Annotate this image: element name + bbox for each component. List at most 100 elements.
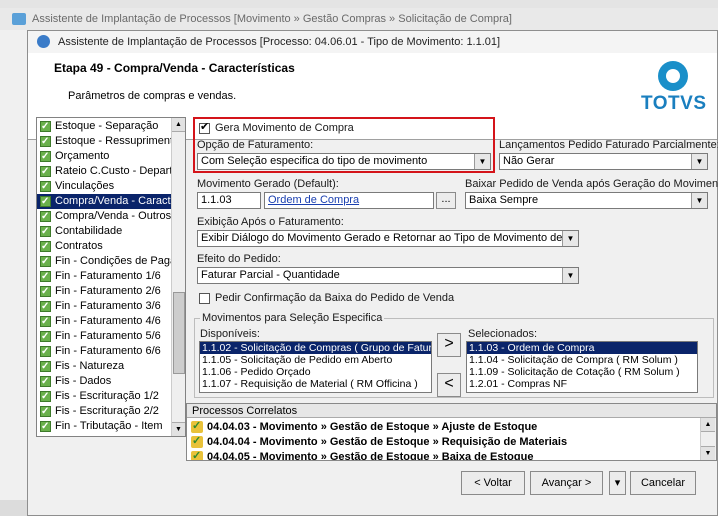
movimento-gerado-code-input[interactable]: 1.1.03 [197,192,261,209]
step-list-item[interactable]: Orçamento [37,149,171,164]
step-list-item[interactable]: Compra/Venda - Outros [37,209,171,224]
step-list-item[interactable]: Fin - Tributação - Item [37,419,171,434]
steps-list[interactable]: Fin - Tributação - Movim Fin - Tributação… [36,117,186,437]
step-done-icon [40,239,51,254]
opcao-faturamento-select[interactable]: Com Seleção especifica do tipo de movime… [197,153,491,170]
scroll-down-icon[interactable]: ▼ [172,422,185,436]
step-done-icon [40,359,51,374]
step-list-item[interactable]: Fin - Faturamento 2/6 [37,284,171,299]
step-list-item[interactable]: Fis - Dados [37,374,171,389]
step-label: Estoque - Separação [55,120,159,132]
step-list-item[interactable]: Fin - Faturamento 6/6 [37,344,171,359]
steps-scrollbar[interactable]: ▲ ▼ [171,118,185,436]
disponiveis-list[interactable]: 1.1.02 - Solicitação de Compras ( Grupo … [199,341,432,393]
scroll-up-icon[interactable]: ▲ [701,418,715,432]
selecionados-item[interactable]: 1.1.04 - Solicitação de Compra ( RM Solu… [467,354,697,366]
step-label: Fin - Condições de Pagar [55,255,171,267]
step-list-item[interactable]: Compra/Venda - Caracte [37,194,171,209]
lancamentos-label: Lançamentos Pedido Faturado Parcialmente… [499,139,718,151]
step-list-item[interactable]: Estoque - Ressuprimento [37,134,171,149]
step-list-item[interactable]: Fis - Natureza [37,359,171,374]
step-done-icon [40,194,51,209]
gera-movimento-label: Gera Movimento de Compra [215,122,354,134]
background-window-title: Assistente de Implantação de Processos [… [32,13,512,25]
chevron-down-icon: ▼ [691,154,707,169]
step-label: Fin - Faturamento 5/6 [55,330,161,342]
scroll-up-icon[interactable]: ▲ [172,118,185,132]
remove-selected-button[interactable]: < [437,373,461,397]
step-list-item[interactable]: Fin - Faturamento 4/6 [37,314,171,329]
step-label: Compra/Venda - Outros [55,210,171,222]
processo-status-icon [191,433,203,449]
step-list-item[interactable]: Rateio C.Custo - Depart [37,164,171,179]
movimentos-group-label: Movimentos para Seleção Especifica [200,312,385,324]
disponiveis-item[interactable]: 1.1.05 - Solicitação de Pedido em Aberto [200,354,431,366]
step-subtitle: Parâmetros de compras e vendas. [68,90,237,102]
step-label: Contabilidade [55,225,123,237]
step-done-icon [40,119,51,134]
movimento-gerado-name-link[interactable]: Ordem de Compra [264,192,434,209]
efeito-label: Efeito do Pedido: [197,253,281,265]
step-list-item[interactable]: Fin - Faturamento 5/6 [37,329,171,344]
opcao-faturamento-value: Com Seleção especifica do tipo de movime… [201,155,428,167]
step-list-item[interactable]: Estoque - Separação [37,119,171,134]
step-list-item[interactable]: Contratos [37,239,171,254]
step-done-icon [40,149,51,164]
avancar-button[interactable]: Avançar > [530,471,603,495]
step-label: Fin - Faturamento 2/6 [55,285,161,297]
pedir-confirmacao-checkbox[interactable] [199,293,210,304]
step-done-icon [40,254,51,269]
step-list-item[interactable]: Contabilidade [37,224,171,239]
selecionados-item[interactable]: 1.1.03 - Ordem de Compra [467,342,697,354]
step-done-icon [40,419,51,434]
dialog-title: Assistente de Implantação de Processos [… [58,36,501,48]
step-list-item[interactable]: Fin - Faturamento 3/6 [37,299,171,314]
step-done-icon [40,269,51,284]
background-toolbar [0,0,718,8]
disponiveis-item[interactable]: 1.1.06 - Pedido Orçado [200,366,431,378]
selecionados-list[interactable]: 1.1.03 - Ordem de Compra 1.1.04 - Solicit… [466,341,698,393]
steps-scroll-thumb[interactable] [173,292,185,374]
efeito-select[interactable]: Faturar Parcial - Quantidade ▼ [197,267,579,284]
step-label: Rateio C.Custo - Depart [55,165,171,177]
disponiveis-item[interactable]: 1.1.02 - Solicitação de Compras ( Grupo … [200,342,431,354]
step-title: Etapa 49 - Compra/Venda - Característica… [54,61,295,75]
exibicao-select[interactable]: Exibir Diálogo do Movimento Gerado e Ret… [197,230,579,247]
chevron-down-icon: ▼ [474,154,490,169]
gera-movimento-checkbox[interactable]: ✔ [199,121,210,134]
step-label: Estoque - Ressuprimento [55,135,171,147]
selecionados-item[interactable]: 1.2.01 - Compras NF [467,378,697,390]
processos-list[interactable]: 04.04.03 - Movimento » Gestão de Estoque… [187,418,699,460]
processo-status-icon [191,418,203,434]
more-options-button[interactable]: ▾ [609,471,626,495]
step-list-item[interactable]: Fin - Faturamento 1/6 [37,269,171,284]
step-label: Orçamento [55,150,110,162]
chevron-down-icon: ▼ [562,231,578,246]
lancamentos-select[interactable]: Não Gerar ▼ [499,153,708,170]
step-label: Fin - Tributação - Item [55,420,163,432]
processos-scrollbar[interactable]: ▲ ▼ [700,418,716,460]
step-list-item[interactable]: Fis - Escrituração 1/2 [37,389,171,404]
step-list-item[interactable]: Fis - Escrituração 2/2 [37,404,171,419]
step-done-icon [40,209,51,224]
cancelar-button[interactable]: Cancelar [630,471,696,495]
browse-button[interactable]: ... [436,192,456,209]
step-list-item[interactable]: Fin - Tributação - Movim [37,434,171,436]
step-list-item[interactable]: Vinculações [37,179,171,194]
wizard-dialog: Assistente de Implantação de Processos [… [27,30,718,516]
step-done-icon [40,314,51,329]
processos-header: Processos Correlatos [187,404,716,418]
voltar-button[interactable]: < Voltar [461,471,525,495]
lancamentos-value: Não Gerar [503,155,555,167]
add-selected-button[interactable]: > [437,333,461,357]
step-label: Fin - Tributação - Movim [55,434,171,436]
disponiveis-item[interactable]: 1.1.07 - Requisição de Material ( RM Off… [200,378,431,390]
step-done-icon [40,404,51,419]
processo-label: 04.04.04 - Movimento » Gestão de Estoque… [207,436,568,448]
step-list-item[interactable]: Fin - Condições de Pagar [37,254,171,269]
scroll-down-icon[interactable]: ▼ [701,446,715,460]
step-label: Compra/Venda - Caracte [55,195,171,207]
selecionados-item[interactable]: 1.1.09 - Solicitação de Cotação ( RM Sol… [467,366,697,378]
step-label: Fis - Escrituração 2/2 [55,405,159,417]
baixar-pedido-select[interactable]: Baixa Sempre ▼ [465,192,708,209]
